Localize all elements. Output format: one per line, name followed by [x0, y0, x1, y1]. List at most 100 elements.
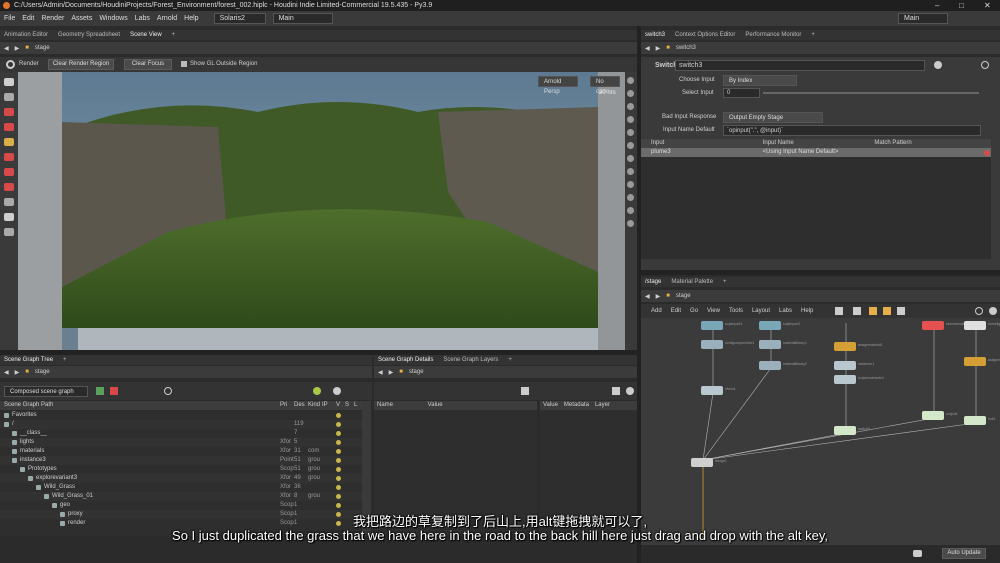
- tab-stage-network[interactable]: /stage: [645, 277, 661, 287]
- network-node[interactable]: [964, 321, 986, 330]
- network-menu-view[interactable]: View: [707, 304, 720, 318]
- visibility-icon[interactable]: [627, 194, 634, 201]
- visibility-toggle-icon[interactable]: [336, 458, 341, 463]
- edit-tool-icon[interactable]: [4, 153, 14, 161]
- light-tool-icon[interactable]: [4, 108, 14, 116]
- tab-scene-view[interactable]: Scene View: [130, 30, 162, 40]
- display-option-icon[interactable]: [627, 77, 634, 84]
- visibility-toggle-icon[interactable]: [336, 494, 341, 499]
- gear-icon[interactable]: [333, 387, 341, 395]
- column-descendants[interactable]: Des: [294, 401, 305, 410]
- network-node[interactable]: [834, 342, 856, 351]
- menu-assets[interactable]: Assets: [71, 15, 92, 22]
- points-icon[interactable]: [627, 168, 634, 175]
- add-tab-icon[interactable]: +: [723, 277, 727, 287]
- tree-row[interactable]: / 119: [0, 420, 362, 429]
- camera-dropdown[interactable]: Arnold Persp: [538, 76, 578, 95]
- bad-input-dropdown[interactable]: Output Empty Stage: [723, 112, 823, 123]
- column-input-name[interactable]: Input Name: [763, 139, 873, 148]
- column-match-pattern[interactable]: Match Pattern: [874, 140, 911, 146]
- visibility-toggle-icon[interactable]: [336, 449, 341, 454]
- color-icon[interactable]: [869, 307, 877, 315]
- column-ip[interactable]: IP: [322, 401, 328, 410]
- column-primtype[interactable]: Pri: [280, 401, 287, 410]
- params-path[interactable]: switch3: [676, 45, 696, 51]
- menu-help[interactable]: Help: [184, 15, 198, 22]
- column-path[interactable]: Scene Graph Path: [4, 401, 53, 410]
- gear-icon[interactable]: [626, 387, 634, 395]
- clear-render-region-button[interactable]: Clear Render Region: [48, 59, 114, 70]
- scene-graph-details-path[interactable]: stage: [409, 369, 424, 375]
- close-icon[interactable]: ✕: [984, 0, 991, 11]
- input-cell[interactable]: plume3: [641, 148, 761, 157]
- tree-row[interactable]: lights Xfor 5: [0, 438, 362, 447]
- gear-icon[interactable]: [934, 61, 942, 69]
- tree-row[interactable]: materials Xfor 31 com: [0, 447, 362, 456]
- camera-tool-icon[interactable]: [4, 168, 14, 176]
- magnet-tool-icon[interactable]: [4, 183, 14, 191]
- inputs-table-row[interactable]: plume3 <Using Input Name Default>: [641, 148, 991, 157]
- pin-icon[interactable]: [313, 387, 321, 395]
- tree-row[interactable]: instance3 Point 51 grou: [0, 456, 362, 465]
- forward-icon[interactable]: ▶: [15, 369, 20, 376]
- clear-focus-button[interactable]: Clear Focus: [124, 59, 172, 70]
- chat-icon[interactable]: [913, 550, 922, 557]
- bounds-icon[interactable]: [627, 155, 634, 162]
- back-icon[interactable]: ◀: [645, 293, 650, 300]
- back-icon[interactable]: ◀: [4, 45, 9, 52]
- sticky-icon[interactable]: [883, 307, 891, 315]
- back-icon[interactable]: ◀: [645, 45, 650, 52]
- tree-row[interactable]: explorevariant3 Xfor 49 grou: [0, 474, 362, 483]
- paint-tool-icon[interactable]: [4, 138, 14, 146]
- auto-update-button[interactable]: Auto Update: [942, 548, 986, 559]
- add-tab-icon[interactable]: +: [172, 30, 176, 40]
- column-kind[interactable]: Kind: [308, 401, 320, 410]
- network-menu-labs[interactable]: Labs: [779, 304, 792, 318]
- network-node[interactable]: [834, 426, 856, 435]
- input-name-default-field[interactable]: `opinput(".", @input)`: [723, 125, 981, 136]
- search-icon[interactable]: [164, 387, 172, 395]
- forward-icon[interactable]: ▶: [656, 293, 661, 300]
- menu-windows[interactable]: Windows: [99, 15, 127, 22]
- network-menu-add[interactable]: Add: [651, 304, 662, 318]
- menu-labs[interactable]: Labs: [135, 15, 150, 22]
- render-viewport[interactable]: Arnold Persp No cam 20 hrs: [18, 72, 625, 350]
- tab-geometry-spreadsheet[interactable]: Geometry Spreadsheet: [58, 30, 120, 40]
- forward-icon[interactable]: ▶: [15, 45, 20, 52]
- visibility-toggle-icon[interactable]: [336, 485, 341, 490]
- visibility-toggle-icon[interactable]: [336, 422, 341, 427]
- network-node[interactable]: [691, 458, 713, 467]
- tab-scene-graph-details[interactable]: Scene Graph Details: [378, 355, 433, 365]
- lock-tool-icon[interactable]: [4, 93, 14, 101]
- render-icon[interactable]: [6, 60, 15, 69]
- scene-graph-mode-dropdown[interactable]: Composed scene graph: [4, 386, 88, 397]
- scene-graph-tree-path[interactable]: stage: [35, 369, 50, 375]
- network-node[interactable]: [834, 361, 856, 370]
- network-node[interactable]: [701, 340, 723, 349]
- network-path[interactable]: stage: [676, 293, 691, 299]
- nocam-dropdown[interactable]: No cam: [590, 76, 620, 95]
- forward-icon[interactable]: ▶: [656, 45, 661, 52]
- tree-row[interactable]: __class__ 7: [0, 429, 362, 438]
- collapse-icon[interactable]: [110, 387, 118, 395]
- back-icon[interactable]: ◀: [4, 369, 9, 376]
- show-gl-checkbox[interactable]: [181, 61, 187, 67]
- select-tool-icon[interactable]: [4, 78, 14, 86]
- add-tab-icon[interactable]: +: [63, 355, 67, 365]
- network-menu-layout[interactable]: Layout: [752, 304, 770, 318]
- tree-row[interactable]: Prototypes Scop 51 grou: [0, 465, 362, 474]
- input-name-cell[interactable]: <Using Input Name Default>: [763, 148, 873, 157]
- tab-layer[interactable]: Layer: [595, 401, 610, 410]
- network-node[interactable]: [701, 386, 723, 395]
- normals-icon[interactable]: [627, 181, 634, 188]
- search-icon[interactable]: [975, 307, 983, 315]
- network-node[interactable]: [759, 321, 781, 330]
- view-tool-icon[interactable]: [4, 213, 14, 221]
- tab-params[interactable]: switch3: [645, 30, 665, 40]
- menu-edit[interactable]: Edit: [22, 15, 34, 22]
- shading-icon[interactable]: [627, 90, 634, 97]
- visibility-toggle-icon[interactable]: [336, 431, 341, 436]
- network-divider[interactable]: [641, 270, 1000, 275]
- visibility-toggle-icon[interactable]: [336, 440, 341, 445]
- visibility-toggle-icon[interactable]: [336, 476, 341, 481]
